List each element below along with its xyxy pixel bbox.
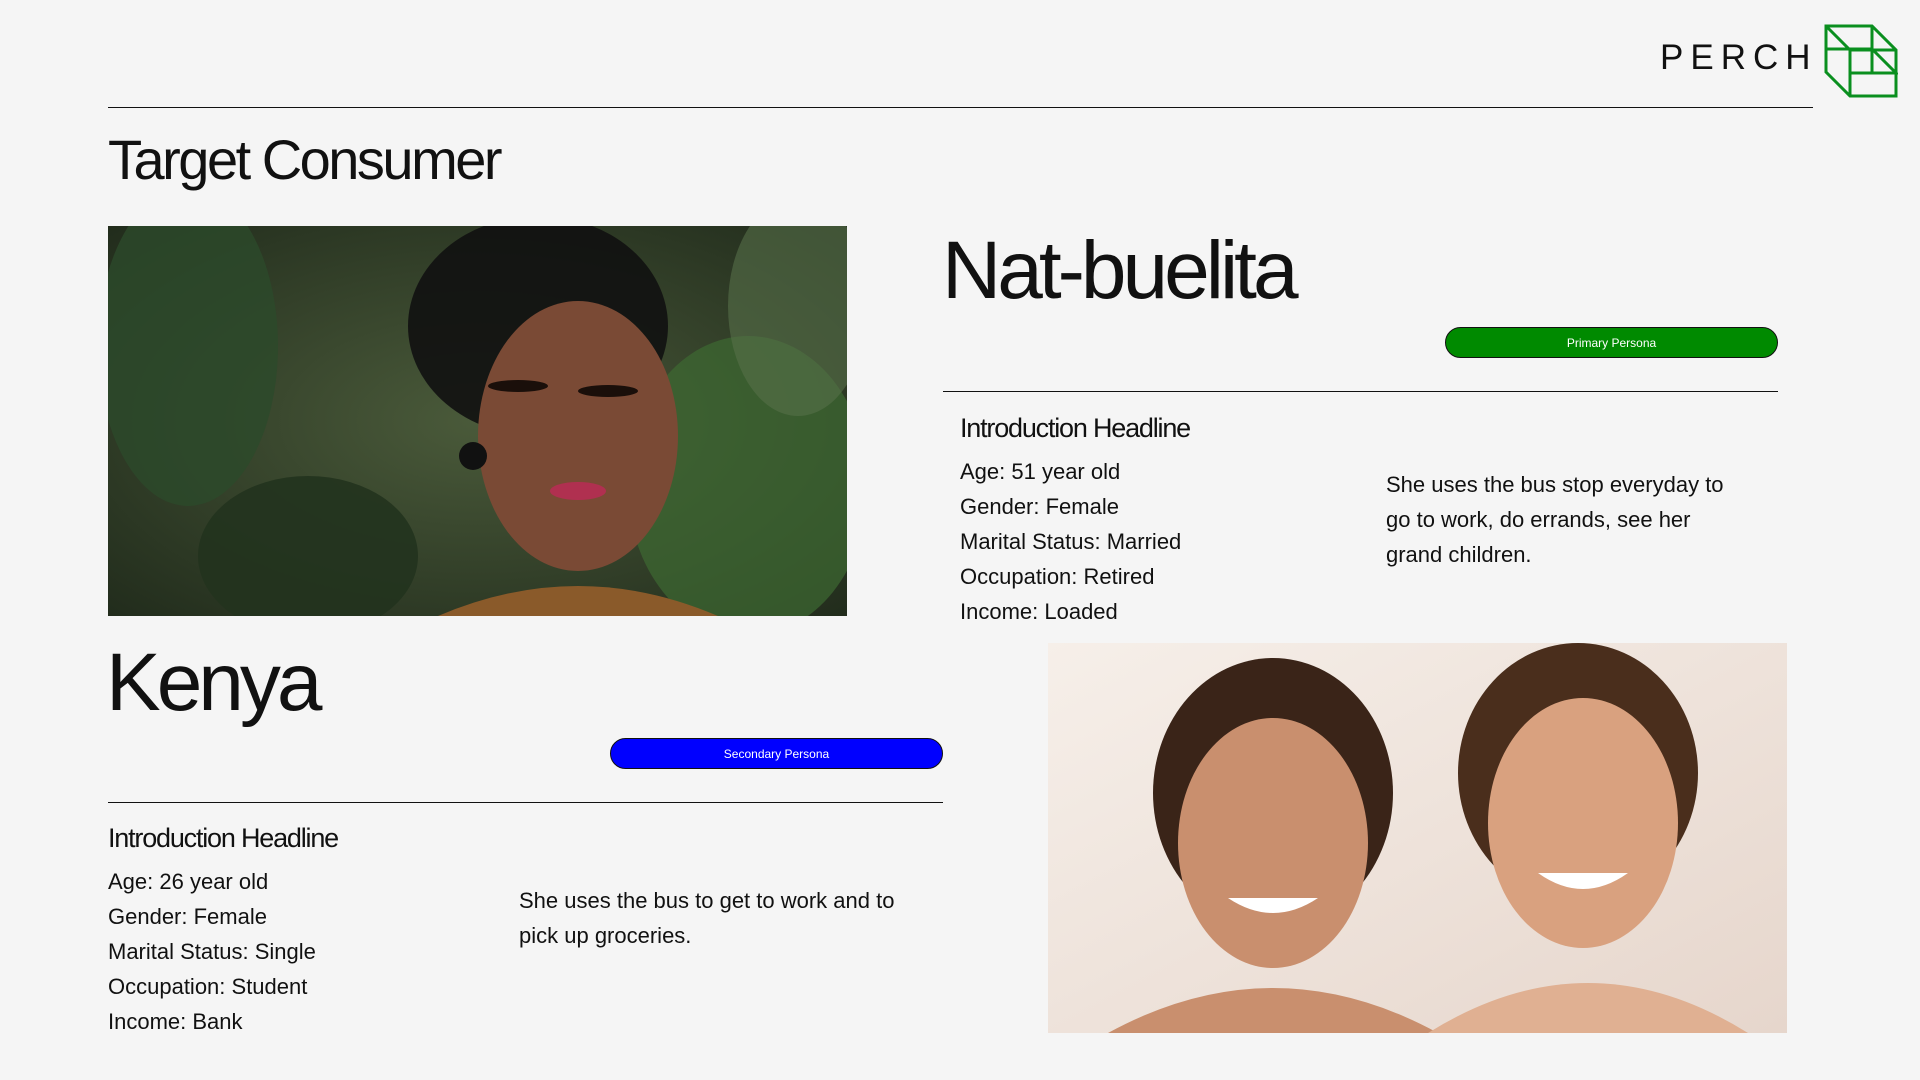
persona-name-kenya: Kenya bbox=[106, 637, 323, 728]
kenya-fact-marital-status: Marital Status: Single bbox=[108, 939, 316, 964]
primary-persona-badge: Primary Persona bbox=[1445, 327, 1778, 358]
cube-outline-icon bbox=[1824, 24, 1900, 98]
kenya-fact-occupation: Occupation: Student bbox=[108, 974, 308, 999]
kenya-description: She uses the bus to get to work and to p… bbox=[519, 888, 895, 948]
kenya-portrait-photo bbox=[108, 226, 847, 616]
nat-fact-occupation: Occupation: Retired bbox=[960, 564, 1155, 589]
nat-fact-gender: Gender: Female bbox=[960, 494, 1119, 519]
persona-name-nat: Nat-buelita bbox=[942, 225, 1299, 316]
nat-divider bbox=[943, 391, 1778, 392]
secondary-persona-badge: Secondary Persona bbox=[610, 738, 943, 769]
brand-wordmark: PERCH bbox=[1660, 38, 1818, 77]
nat-fact-age: Age: 51 year old bbox=[960, 459, 1121, 484]
kenya-facts-list: Age: 26 year old Gender: Female Marital … bbox=[108, 864, 316, 1039]
nat-description: She uses the bus stop everyday to go to … bbox=[1386, 472, 1724, 567]
page-title: Target Consumer bbox=[108, 128, 503, 191]
nat-fact-income: Income: Loaded bbox=[960, 599, 1118, 624]
kenya-fact-age: Age: 26 year old bbox=[108, 869, 269, 894]
nat-fact-marital-status: Marital Status: Married bbox=[960, 529, 1182, 554]
nat-facts-list: Age: 51 year old Gender: Female Marital … bbox=[960, 454, 1181, 629]
kenya-fact-income: Income: Bank bbox=[108, 1009, 243, 1034]
kenya-intro-headline: Introduction Headline bbox=[108, 823, 339, 853]
kenya-fact-gender: Gender: Female bbox=[108, 904, 267, 929]
header-divider bbox=[108, 107, 1813, 108]
nat-buelita-portrait-photo bbox=[1048, 643, 1787, 1033]
kenya-divider bbox=[108, 802, 943, 803]
nat-intro-headline: Introduction Headline bbox=[960, 413, 1191, 443]
